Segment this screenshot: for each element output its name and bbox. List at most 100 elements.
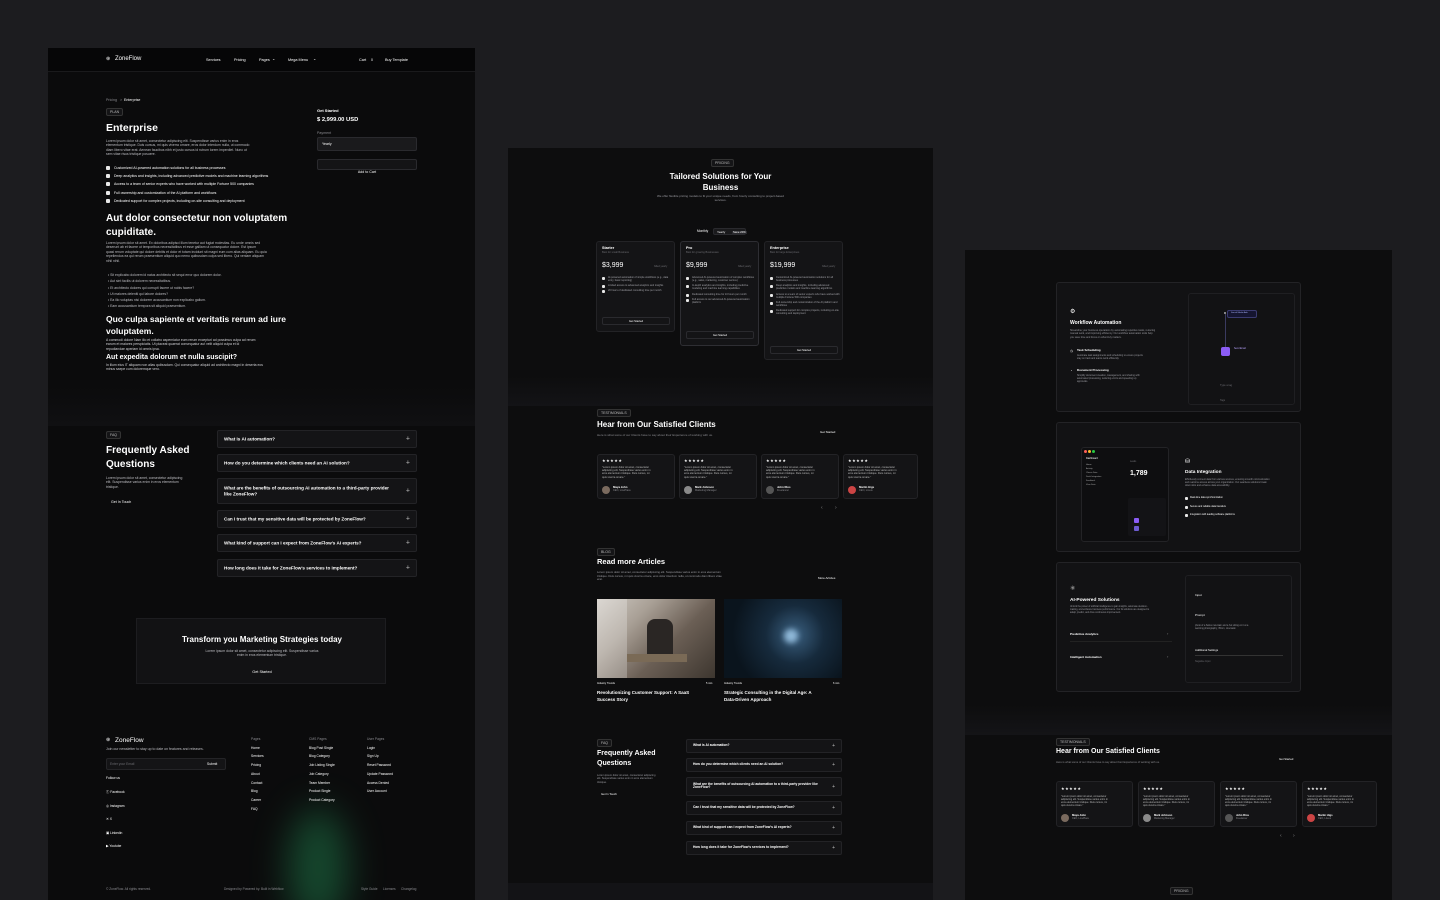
- plan-button[interactable]: Get Started: [770, 346, 838, 354]
- intro-text: Lorem ipsum dolor sit amet, consectetur …: [106, 139, 250, 157]
- nav-link-pages[interactable]: Pages: [259, 58, 270, 62]
- youtube-link[interactable]: ▶ Youtube: [106, 840, 125, 854]
- add-to-cart-button[interactable]: Add to Cart: [317, 159, 417, 174]
- next-arrow-icon[interactable]: ›: [1293, 833, 1295, 840]
- next-arrow-icon[interactable]: ›: [835, 505, 837, 512]
- buy-template-button[interactable]: Buy Template: [385, 58, 408, 62]
- dashboard-title: Dashboard: [1086, 457, 1098, 460]
- testimonials-desc: Here is what some of our Clients have to…: [597, 433, 713, 437]
- plus-icon: +: [405, 515, 410, 523]
- avatar: [766, 486, 774, 494]
- facebook-link[interactable]: ⓕ Facebook: [106, 786, 125, 800]
- faq-title: Frequently Asked Questions: [597, 750, 656, 768]
- breadcrumb-current: Enterprise: [124, 98, 141, 102]
- nav-link-pricing[interactable]: Pricing: [234, 58, 246, 62]
- faq-question: What are the benefits of outsourcing AI …: [224, 485, 389, 497]
- faq-item[interactable]: Can I trust that my sensitive data will …: [217, 510, 417, 528]
- cart-link[interactable]: Cart: [359, 58, 366, 62]
- changelog-link[interactable]: Changelog: [401, 887, 416, 892]
- brand-name[interactable]: ZoneFlow: [115, 56, 141, 63]
- faq-item[interactable]: What is AI automation? +: [686, 739, 842, 753]
- send-email-node-icon: [1221, 347, 1230, 356]
- footer-brand[interactable]: ZoneFlow: [115, 737, 144, 744]
- ai-title: AI-Powered Solutions: [1070, 598, 1120, 603]
- nav-link-mega-menu[interactable]: Mega Menu: [288, 58, 308, 62]
- plan-features: AI-powered automation of simple workflow…: [602, 276, 672, 294]
- chevron-right-icon[interactable]: ›: [1167, 631, 1168, 637]
- faq-item[interactable]: How do you determine which clients need …: [686, 758, 842, 772]
- blog-image-office[interactable]: [597, 599, 715, 678]
- payment-select[interactable]: Yearly: [317, 137, 417, 151]
- logo-icon[interactable]: ⊛: [106, 56, 110, 63]
- faq-badge: FAQ: [597, 739, 613, 747]
- navbar: ⊛ ZoneFlow Services Pricing Pages ⌄ Mega…: [48, 48, 475, 72]
- faq-item[interactable]: What are the benefits of outsourcing AI …: [686, 777, 842, 796]
- instagram-link[interactable]: ◎ Instagram: [106, 800, 125, 814]
- more-articles-link[interactable]: More Articles: [818, 576, 835, 580]
- newsletter-input[interactable]: Enter your Email Submit: [106, 758, 226, 770]
- node-social-ads[interactable]: Social Media Ads: [1227, 310, 1257, 318]
- blog-post-title[interactable]: Revolutionizing Customer Support: A SaaS…: [597, 690, 689, 704]
- testimonial-card: ★★★★★ "Lorem ipsum dolor sit amet, conse…: [1302, 781, 1377, 827]
- billing-toggle[interactable]: Yearly Save 20%: [713, 228, 747, 235]
- get-in-touch-link[interactable]: Get In Touch: [601, 792, 617, 796]
- add-to-cart-label: Add to Cart: [357, 170, 377, 174]
- plus-icon: +: [832, 762, 835, 768]
- faq-item[interactable]: What kind of support can I expect from Z…: [686, 821, 842, 835]
- decorative-grid: [508, 883, 933, 900]
- avatar: [1061, 814, 1069, 822]
- task-scheduling-title: Task Scheduling: [1077, 348, 1101, 352]
- tag-input-placeholder[interactable]: Type a tag: [1220, 384, 1232, 388]
- get-in-touch-link[interactable]: Get In Touch: [111, 500, 131, 504]
- nav-link-services[interactable]: Services: [206, 58, 221, 62]
- faq-item[interactable]: What kind of support can I expect from Z…: [217, 534, 417, 552]
- tags-label: Tags: [1220, 399, 1226, 402]
- testimonial-card: ★★★★★ "Lorem ipsum dolor sit amet, conse…: [597, 454, 675, 499]
- ai-item[interactable]: Predictive Analytics: [1070, 632, 1098, 636]
- enterprise-page-preview: ⊛ ZoneFlow Services Pricing Pages ⌄ Mega…: [48, 48, 475, 900]
- faq-item[interactable]: How long does it take for ZoneFlow's ser…: [686, 841, 842, 855]
- faq-item[interactable]: How do you determine which clients need …: [217, 454, 417, 472]
- submit-button[interactable]: Submit: [207, 762, 217, 767]
- data-integration-title: Data Integration: [1185, 470, 1222, 475]
- plus-icon: +: [405, 539, 410, 547]
- plan-button[interactable]: Get Started: [602, 317, 670, 325]
- toggle-monthly[interactable]: Monthly: [697, 229, 708, 234]
- document-processing-title: Document Processing: [1077, 368, 1109, 372]
- testimonials-link[interactable]: Get Started: [1279, 757, 1293, 761]
- licenses-link[interactable]: Licenses: [383, 887, 396, 892]
- ai-item[interactable]: Intelligent Automation: [1070, 655, 1102, 659]
- avatar: [684, 486, 692, 494]
- plus-icon: +: [405, 435, 410, 443]
- additional-settings-label[interactable]: Additional Settings: [1195, 648, 1218, 652]
- faq-item[interactable]: Can I trust that my sensitive data will …: [686, 801, 842, 815]
- testimonials-link[interactable]: Get Started: [820, 430, 835, 434]
- faq-item[interactable]: What is AI automation? +: [217, 430, 417, 448]
- plan-button[interactable]: Get Started: [686, 331, 754, 339]
- prompt-text[interactable]: photo of a Swiss mountain and a hut sitt…: [1195, 625, 1248, 631]
- blog-image-network[interactable]: [724, 599, 842, 678]
- plus-icon: +: [832, 805, 835, 811]
- toggle-yearly[interactable]: Yearly: [717, 230, 725, 234]
- decorative-glow: [288, 808, 348, 900]
- faq-item[interactable]: How long does it take for ZoneFlow's ser…: [217, 559, 417, 577]
- faq-item[interactable]: What are the benefits of outsourcing AI …: [217, 478, 417, 504]
- negative-input-label[interactable]: Negative Input: [1195, 660, 1210, 664]
- blog-desc: Lorem ipsum dolor sit amet, consectetur …: [597, 570, 722, 582]
- client-role: Freelancer: [777, 489, 789, 492]
- chevron-right-icon[interactable]: ›: [1167, 654, 1168, 660]
- blog-post-title[interactable]: Strategic Consulting in the Digital Age:…: [724, 690, 812, 704]
- avatar: [1307, 814, 1315, 822]
- cta-button[interactable]: Get Started: [137, 670, 387, 674]
- plan-price: $9,999: [686, 262, 708, 269]
- avatar: [1225, 814, 1233, 822]
- x-link[interactable]: ✕ X: [106, 813, 125, 827]
- linkedin-link[interactable]: ▣ Linkedin: [106, 827, 125, 841]
- prev-arrow-icon[interactable]: ‹: [1280, 833, 1282, 840]
- testimonials-badge: TESTIMONIALS: [597, 409, 631, 417]
- breadcrumb-pricing[interactable]: Pricing: [106, 98, 117, 102]
- style-guide-link[interactable]: Style Guide: [361, 887, 377, 892]
- document-processing-desc: Simplify document creation, management, …: [1077, 374, 1140, 384]
- prev-arrow-icon[interactable]: ‹: [821, 505, 823, 512]
- testimonial-card: ★★★★★ "Lorem ipsum dolor sit amet, conse…: [843, 454, 918, 499]
